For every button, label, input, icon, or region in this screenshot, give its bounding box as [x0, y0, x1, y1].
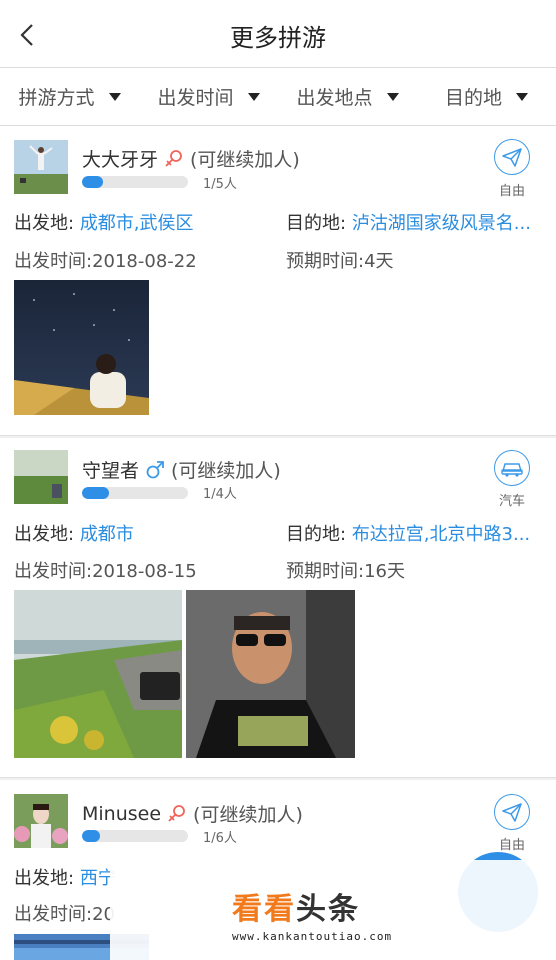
member-count: 1/6人 — [203, 831, 237, 846]
depart-time-value: 2018-08-22 — [92, 251, 197, 272]
depart-time-label: 出发时间: — [14, 561, 93, 582]
depart-place-label: 出发地: — [14, 868, 75, 889]
watermark-title-b: 头条 — [296, 892, 360, 927]
depart-place-label: 出发地: — [14, 524, 75, 545]
depart-time-label: 出发时间: — [14, 904, 93, 925]
paper-plane-icon[interactable] — [494, 794, 530, 830]
caret-down-icon — [108, 92, 121, 101]
car-icon[interactable] — [494, 450, 530, 486]
destination-value[interactable]: 泸沽湖国家级风景名... — [352, 213, 531, 234]
depart-time: 出发时间:2018-08-22 — [14, 247, 197, 273]
filter-travel-mode[interactable]: 拼游方式 — [0, 68, 139, 125]
depart-place: 出发地: 西宁 — [14, 864, 116, 890]
female-icon — [168, 804, 185, 822]
progress-fill — [82, 830, 101, 842]
join-status: (可继续加人) — [171, 460, 281, 482]
expected-time-label: 预期时间: — [286, 251, 365, 272]
avatar[interactable] — [14, 794, 68, 848]
travel-mode-label: 自由 — [498, 838, 525, 853]
filter-destination[interactable]: 目的地 — [417, 68, 556, 125]
member-progress-bar — [82, 830, 188, 842]
page-title: 更多拼游 — [230, 24, 326, 52]
depart-place: 出发地: 成都市,武侯区 — [14, 209, 194, 235]
watermark-title: 看看头条 — [232, 884, 392, 928]
watermark-logo: 看看头条 www.kankantoutiao.com — [232, 884, 392, 943]
trip-photo[interactable] — [14, 590, 182, 758]
user-name: Minusee — [82, 802, 162, 825]
user-info: Minusee (可继续加人) — [82, 800, 303, 827]
trip-photo[interactable] — [14, 280, 149, 415]
filter-label: 出发地点 — [296, 87, 373, 109]
depart-time-value: 2018-08-15 — [92, 561, 197, 582]
filter-bar: 拼游方式 出发时间 出发地点 目的地 — [0, 68, 556, 126]
expected-time: 预期时间:4天 — [286, 247, 394, 273]
trip-card[interactable]: 守望者 (可继续加人) 1/4人 汽车 出发地: 成都市 目的地: 布达拉宫,北… — [0, 438, 556, 778]
user-info: 大大牙牙 (可继续加人) — [82, 145, 300, 172]
member-count: 1/4人 — [203, 487, 237, 502]
progress-fill — [82, 487, 109, 499]
filter-depart-place[interactable]: 出发地点 — [278, 68, 417, 125]
member-progress-bar — [82, 176, 188, 188]
watermark-url: www.kankantoutiao.com — [232, 930, 393, 943]
destination: 目的地: 泸沽湖国家级风景名... — [286, 209, 531, 235]
travel-mode-label: 自由 — [498, 184, 525, 199]
progress-fill — [82, 176, 104, 188]
depart-place-label: 出发地: — [14, 213, 75, 234]
trip-card[interactable]: 大大牙牙 (可继续加人) 1/5人 自由 出发地: 成都市,武侯区 目的地: 泸… — [0, 127, 556, 436]
trip-photo[interactable] — [186, 590, 355, 758]
filter-label: 拼游方式 — [18, 87, 95, 109]
caret-down-icon — [247, 92, 260, 101]
depart-place-value[interactable]: 成都市 — [80, 524, 134, 545]
depart-time: 出发时间:2018-08-15 — [14, 557, 197, 583]
caret-down-icon — [386, 92, 399, 101]
destination-label: 目的地: — [286, 524, 347, 545]
user-info: 守望者 (可继续加人) — [82, 456, 281, 483]
member-count: 1/5人 — [203, 177, 237, 192]
avatar[interactable] — [14, 140, 68, 194]
male-icon — [146, 460, 164, 478]
watermark-title-a: 看看 — [232, 892, 296, 927]
join-status: (可继续加人) — [190, 149, 300, 171]
filter-label: 出发时间 — [157, 87, 234, 109]
expected-time-value: 4天 — [364, 251, 394, 272]
filter-depart-time[interactable]: 出发时间 — [139, 68, 278, 125]
member-progress-bar — [82, 487, 188, 499]
depart-time: 出发时间:20 — [14, 900, 115, 926]
female-icon — [165, 149, 182, 167]
depart-time-label: 出发时间: — [14, 251, 93, 272]
avatar[interactable] — [14, 450, 68, 504]
user-name: 大大牙牙 — [82, 149, 159, 171]
destination-label: 目的地: — [286, 213, 347, 234]
paper-plane-icon[interactable] — [494, 139, 530, 175]
app-header: 更多拼游 — [0, 0, 556, 68]
destination: 目的地: 布达拉宫,北京中路3... — [286, 520, 530, 546]
user-name: 守望者 — [82, 460, 140, 482]
travel-mode-label: 汽车 — [498, 494, 525, 509]
depart-place: 出发地: 成都市 — [14, 520, 134, 546]
expected-time-label: 预期时间: — [286, 561, 365, 582]
destination-value[interactable]: 布达拉宫,北京中路3... — [352, 524, 530, 545]
expected-time: 预期时间:16天 — [286, 557, 405, 583]
expected-time-value: 16天 — [364, 561, 405, 582]
depart-place-value[interactable]: 成都市,武侯区 — [80, 213, 194, 234]
caret-down-icon — [516, 92, 528, 101]
filter-label: 目的地 — [444, 87, 502, 109]
join-status: (可继续加人) — [193, 804, 303, 826]
